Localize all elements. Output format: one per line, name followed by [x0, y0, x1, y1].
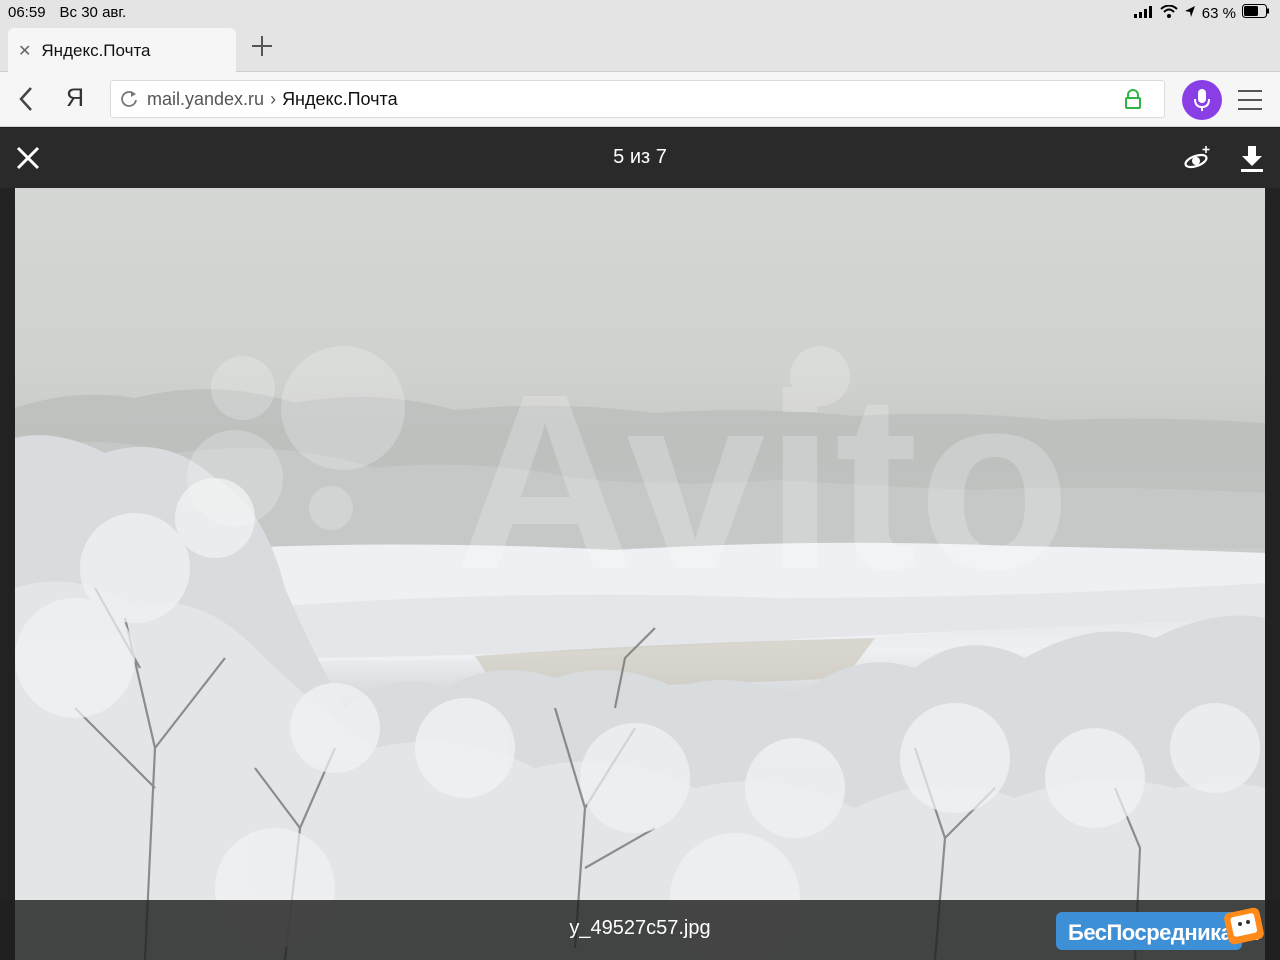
- yandex-logo[interactable]: Я: [66, 84, 84, 113]
- image-viewer: 5 из 7 Avito y_49527c57.jpg БесПосредник…: [0, 128, 1280, 960]
- status-date: Вс 30 авг.: [59, 4, 127, 21]
- mascot-icon: [1224, 907, 1264, 945]
- voice-search-button[interactable]: [1182, 80, 1222, 120]
- menu-icon[interactable]: [1238, 90, 1262, 110]
- url-page-title: Яндекс.Почта: [282, 88, 398, 109]
- plus-icon: [252, 36, 272, 56]
- status-bar: 06:59 Вс 30 авг. 63 %: [0, 0, 1280, 26]
- bezposrednika-logo: БесПосредника.ru: [1056, 907, 1278, 952]
- back-button[interactable]: [14, 82, 38, 116]
- location-icon: [1184, 5, 1196, 22]
- tab-strip: ✕ Яндекс.Почта: [0, 26, 1280, 73]
- status-time: 06:59: [8, 4, 46, 21]
- mic-icon: [1194, 89, 1210, 111]
- signal-icon: [1133, 5, 1154, 22]
- wifi-icon: [1160, 4, 1178, 22]
- image-counter: 5 из 7: [613, 146, 667, 168]
- save-to-disk-button[interactable]: [1182, 144, 1212, 174]
- viewer-header: 5 из 7: [0, 128, 1280, 188]
- battery-percent: 63 %: [1201, 4, 1236, 22]
- tab-close-icon[interactable]: ✕: [18, 41, 31, 61]
- address-bar[interactable]: mail.yandex.ru › Яндекс.Почта: [110, 80, 1165, 118]
- new-tab-button[interactable]: [250, 32, 274, 66]
- tab-title: Яндекс.Почта: [41, 40, 151, 60]
- download-icon: [1241, 146, 1263, 172]
- url-separator: ›: [270, 88, 277, 109]
- winter-landscape-photo: Avito: [15, 188, 1265, 960]
- battery-icon: [1242, 4, 1270, 22]
- browser-toolbar: Я mail.yandex.ru › Яндекс.Почта: [0, 72, 1280, 127]
- disk-icon: [1184, 146, 1210, 169]
- back-icon: [19, 87, 32, 111]
- refresh-icon[interactable]: [119, 89, 139, 109]
- url-domain: mail.yandex.ru: [147, 88, 265, 109]
- tab-yandex-mail[interactable]: ✕ Яндекс.Почта: [8, 28, 236, 73]
- lock-icon[interactable]: [1124, 89, 1142, 114]
- watermark-text: Avito: [455, 342, 1071, 621]
- download-button[interactable]: [1238, 144, 1266, 174]
